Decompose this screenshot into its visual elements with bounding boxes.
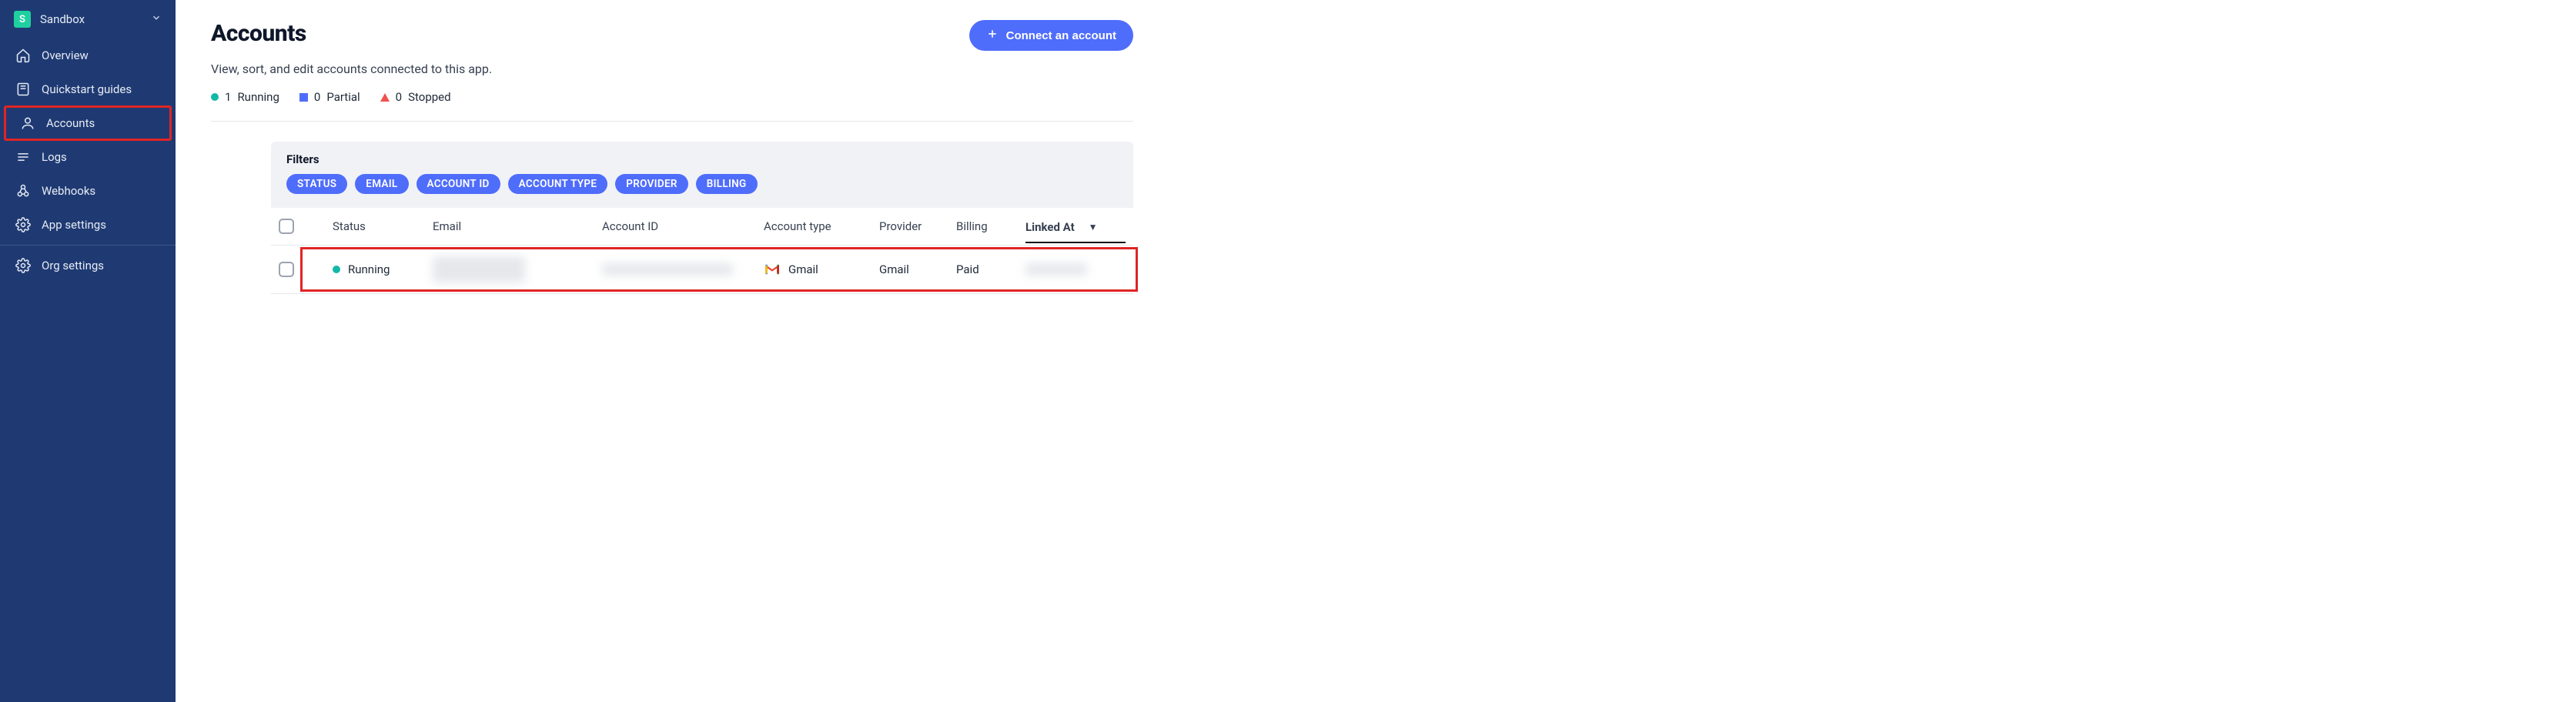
filter-chip-status[interactable]: STATUS xyxy=(286,174,347,194)
col-account-type[interactable]: Account type xyxy=(764,219,879,233)
table-header: Status Email Account ID Account type Pro… xyxy=(271,208,1133,246)
page-subtitle: View, sort, and edit accounts connected … xyxy=(211,62,1133,76)
summary-stopped-label: Stopped xyxy=(408,90,450,104)
sidebar-item-label: Org settings xyxy=(42,259,104,272)
environment-selector[interactable]: S Sandbox xyxy=(0,0,176,38)
user-icon xyxy=(20,115,35,131)
sidebar-item-label: Quickstart guides xyxy=(42,82,132,96)
filters-panel: Filters STATUS EMAIL ACCOUNT ID ACCOUNT … xyxy=(271,142,1133,208)
col-status[interactable]: Status xyxy=(333,219,433,233)
page-title: Accounts xyxy=(211,20,306,47)
summary-stopped-count: 0 xyxy=(396,90,402,104)
list-icon xyxy=(15,149,31,165)
filter-chip-email[interactable]: EMAIL xyxy=(355,174,408,194)
sidebar-item-label: Webhooks xyxy=(42,184,95,198)
triangle-icon xyxy=(380,93,390,102)
col-email[interactable]: Email xyxy=(433,219,602,233)
sidebar-item-accounts[interactable]: Accounts xyxy=(5,106,171,140)
webhook-icon xyxy=(15,183,31,199)
environment-badge: S xyxy=(14,11,31,28)
col-provider[interactable]: Provider xyxy=(879,219,956,233)
main-content: Accounts Connect an account View, sort, … xyxy=(176,0,1169,702)
accounts-table: Status Email Account ID Account type Pro… xyxy=(271,208,1133,294)
col-account-id[interactable]: Account ID xyxy=(602,219,764,233)
cell-account-type: Gmail xyxy=(764,262,879,276)
sidebar-item-label: Logs xyxy=(42,150,67,164)
sidebar-item-label: Accounts xyxy=(46,116,95,130)
table-row[interactable]: Running Gmail Gmail Paid xyxy=(271,246,1133,294)
col-linked-at[interactable]: Linked At ▼ xyxy=(1025,220,1126,243)
environment-name: Sandbox xyxy=(40,12,142,26)
gear-icon xyxy=(15,258,31,273)
chevron-down-icon xyxy=(151,12,162,26)
sidebar-item-quickstart[interactable]: Quickstart guides xyxy=(0,72,176,106)
cell-billing: Paid xyxy=(956,262,1025,276)
status-summary: 1 Running 0 Partial 0 Stopped xyxy=(211,90,1133,104)
sidebar-item-app-settings[interactable]: App settings xyxy=(0,208,176,242)
cell-status: Running xyxy=(333,262,433,276)
col-linked-at-label: Linked At xyxy=(1025,220,1075,234)
summary-partial-count: 0 xyxy=(314,90,320,104)
gear-icon xyxy=(15,217,31,232)
sidebar-item-label: Overview xyxy=(42,48,89,62)
divider xyxy=(211,121,1133,122)
select-all-checkbox[interactable] xyxy=(279,219,294,234)
plus-icon xyxy=(986,28,999,43)
connect-account-button[interactable]: Connect an account xyxy=(969,20,1133,51)
sidebar-item-logs[interactable]: Logs xyxy=(0,140,176,174)
home-icon xyxy=(15,48,31,63)
filter-chip-provider[interactable]: PROVIDER xyxy=(615,174,687,194)
summary-partial: 0 Partial xyxy=(299,90,360,104)
sidebar-item-label: App settings xyxy=(42,218,106,232)
filter-chips: STATUS EMAIL ACCOUNT ID ACCOUNT TYPE PRO… xyxy=(286,174,1118,194)
cell-account-id xyxy=(602,263,764,276)
sidebar-item-overview[interactable]: Overview xyxy=(0,38,176,72)
account-type-text: Gmail xyxy=(788,262,818,276)
filter-chip-billing[interactable]: BILLING xyxy=(696,174,758,194)
summary-running: 1 Running xyxy=(211,90,279,104)
dot-icon xyxy=(333,266,340,273)
cell-email xyxy=(433,256,602,282)
gmail-icon xyxy=(764,263,781,276)
dot-icon xyxy=(211,93,219,101)
sidebar-item-org-settings[interactable]: Org settings xyxy=(0,249,176,282)
divider xyxy=(0,245,176,246)
cell-provider: Gmail xyxy=(879,262,956,276)
summary-partial-label: Partial xyxy=(326,90,360,104)
filters-title: Filters xyxy=(286,152,1118,166)
summary-running-label: Running xyxy=(237,90,279,104)
summary-stopped: 0 Stopped xyxy=(380,90,451,104)
status-text: Running xyxy=(348,262,390,276)
sort-desc-icon: ▼ xyxy=(1089,222,1098,232)
col-billing[interactable]: Billing xyxy=(956,219,1025,233)
filter-chip-account-type[interactable]: ACCOUNT TYPE xyxy=(508,174,608,194)
square-icon xyxy=(299,93,308,102)
connect-account-label: Connect an account xyxy=(1006,29,1116,42)
cell-linked-at xyxy=(1025,263,1126,276)
summary-running-count: 1 xyxy=(225,90,231,104)
book-icon xyxy=(15,82,31,97)
filter-chip-account-id[interactable]: ACCOUNT ID xyxy=(417,174,500,194)
sidebar: S Sandbox Overview Quickstart guides Acc… xyxy=(0,0,176,702)
sidebar-item-webhooks[interactable]: Webhooks xyxy=(0,174,176,208)
row-checkbox[interactable] xyxy=(279,262,294,277)
